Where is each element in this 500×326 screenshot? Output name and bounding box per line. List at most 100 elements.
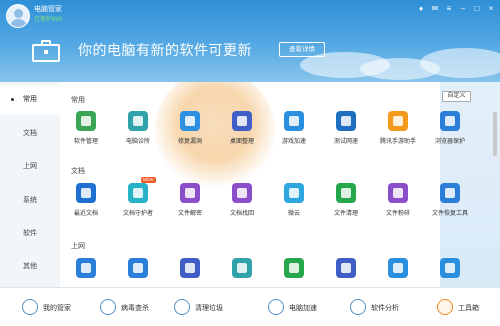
minimize-icon[interactable]: – [458,4,468,14]
section-title-documents: 文档 [71,168,85,175]
file-clean-icon [336,183,356,203]
speedometer-icon [336,111,356,131]
tool-tile[interactable]: 软件管理 [60,111,112,151]
tool-label: 腾讯手游助手 [379,139,416,145]
section-title-internet: 上网 [71,243,85,250]
active-dot-icon [11,98,14,101]
tool-tile[interactable]: 文件解密 [164,183,216,223]
nav-item-other[interactable]: 其他 [0,252,60,282]
tool-label: 测试网速 [333,139,358,145]
tool-label: 文件解密 [177,211,202,217]
section-title-common: 常用 [71,97,85,104]
tool-tile[interactable] [320,258,372,287]
tool-label: 最近文档 [73,211,98,217]
tool-tile[interactable]: 测试网速 [320,111,372,151]
tool-tile[interactable] [112,258,164,287]
tool-tile[interactable]: 文档找回 [216,183,268,223]
tool-tile[interactable]: NEW 文档守护者 [112,177,164,223]
bottom-nav-label: 我的管家 [43,305,71,312]
new-badge: NEW [141,177,156,183]
toolbox-icon [32,40,60,62]
tool-tile[interactable]: 修复漏洞 [164,111,216,151]
tool-panel: 常用 自定义 软件管理 电脑诊所 修复漏洞 桌面整理 游戏加速 测试网速 腾讯手游助手 浏览器… [60,82,500,287]
tool-label: 浏览器保护 [434,139,465,145]
customize-button[interactable]: 自定义 [442,91,471,102]
tool-tile[interactable]: 游戏加速 [268,111,320,151]
tool-tile[interactable] [60,258,112,287]
tool-label: 文件粉碎 [385,211,410,217]
nav-item-internet[interactable]: 上网 [0,152,60,182]
recent-docs-icon [76,183,96,203]
tool-label: 文件清理 [333,211,358,217]
close-icon[interactable]: × [486,4,496,14]
mobile-game-icon [388,111,408,131]
rocket-icon [268,299,284,315]
free-wifi-icon [128,258,148,278]
nav-item-label: 软件 [23,230,37,237]
skin-icon[interactable]: ♦ [416,4,426,14]
app-title: 电脑管家 [34,6,62,13]
tool-label: 修复漏洞 [177,139,202,145]
repair-icon [180,111,200,131]
bottom-nav-label: 电脑加速 [289,305,317,312]
message-icon[interactable]: ✉ [430,4,440,14]
tool-tile[interactable]: 最近文档 [60,183,112,223]
software-manager-icon [76,111,96,131]
doc-recover-icon [232,183,252,203]
header-banner: 电脑管家 已保护999 ♦ ✉ ≡ – □ × 你的电脑有新的软件可更新 查看详… [0,0,500,82]
tool-tile[interactable] [216,258,268,287]
nav-item-common[interactable]: 常用 [0,85,60,115]
bottom-nav-label: 清理垃圾 [195,305,223,312]
doc-guard-icon [128,183,148,203]
bottom-nav-label: 病毒查杀 [121,305,149,312]
tool-label: 文档守护者 [122,211,153,217]
nav-item-label: 系统 [23,197,37,204]
tool-label: 软件管理 [73,139,98,145]
file-decrypt-icon [180,183,200,203]
shield-down-icon [284,258,304,278]
weiyun-icon [284,183,304,203]
update-headline: 你的电脑有新的软件可更新 [78,42,252,58]
game-boost-icon [284,111,304,131]
protection-status: 已保护999 [34,17,63,23]
manager-icon [22,299,38,315]
tool-tile[interactable]: 文件粉碎 [372,183,424,223]
web-tool-1-icon [76,258,96,278]
tool-label: 电脑诊所 [125,139,150,145]
nav-item-label: 其他 [23,263,37,270]
category-nav: 常用 文档 上网 系统 软件 其他 [0,82,60,287]
tool-tile[interactable]: 微云 [268,183,320,223]
browser-shield-icon [440,111,460,131]
maximize-icon[interactable]: □ [472,4,482,14]
tool-tile[interactable]: 文件恢复工具 [424,183,476,223]
file-restore-icon [440,183,460,203]
tool-tile[interactable] [164,258,216,287]
scrollbar[interactable] [493,112,497,156]
router-icon [180,258,200,278]
tool-tile[interactable]: 桌面整理 [216,111,268,151]
shredder-icon [388,183,408,203]
tool-label: 文件恢复工具 [431,211,468,217]
stethoscope-icon [128,111,148,131]
tool-label: 微云 [287,211,300,217]
tool-label: 文档找回 [229,211,254,217]
avatar[interactable] [6,4,30,28]
tool-tile[interactable] [268,258,320,287]
cloud-decoration [420,48,500,78]
network-monitor-icon [232,258,252,278]
tool-label: 桌面整理 [229,139,254,145]
globe-icon [388,258,408,278]
virus-scan-icon [100,299,116,315]
tool-tile[interactable]: 文件清理 [320,183,372,223]
nav-item-software[interactable]: 软件 [0,219,60,249]
nav-item-label: 文档 [23,130,37,137]
tool-tile[interactable]: 浏览器保护 [424,111,476,151]
nav-item-documents[interactable]: 文档 [0,119,60,149]
menu-icon[interactable]: ≡ [444,4,454,14]
tool-tile[interactable]: 腾讯手游助手 [372,111,424,151]
nav-item-label: 上网 [23,163,37,170]
tool-tile[interactable]: 电脑诊所 [112,111,164,151]
nav-item-system[interactable]: 系统 [0,186,60,216]
tool-label: 游戏加速 [281,139,306,145]
view-details-button[interactable]: 查看详情 [279,42,325,57]
